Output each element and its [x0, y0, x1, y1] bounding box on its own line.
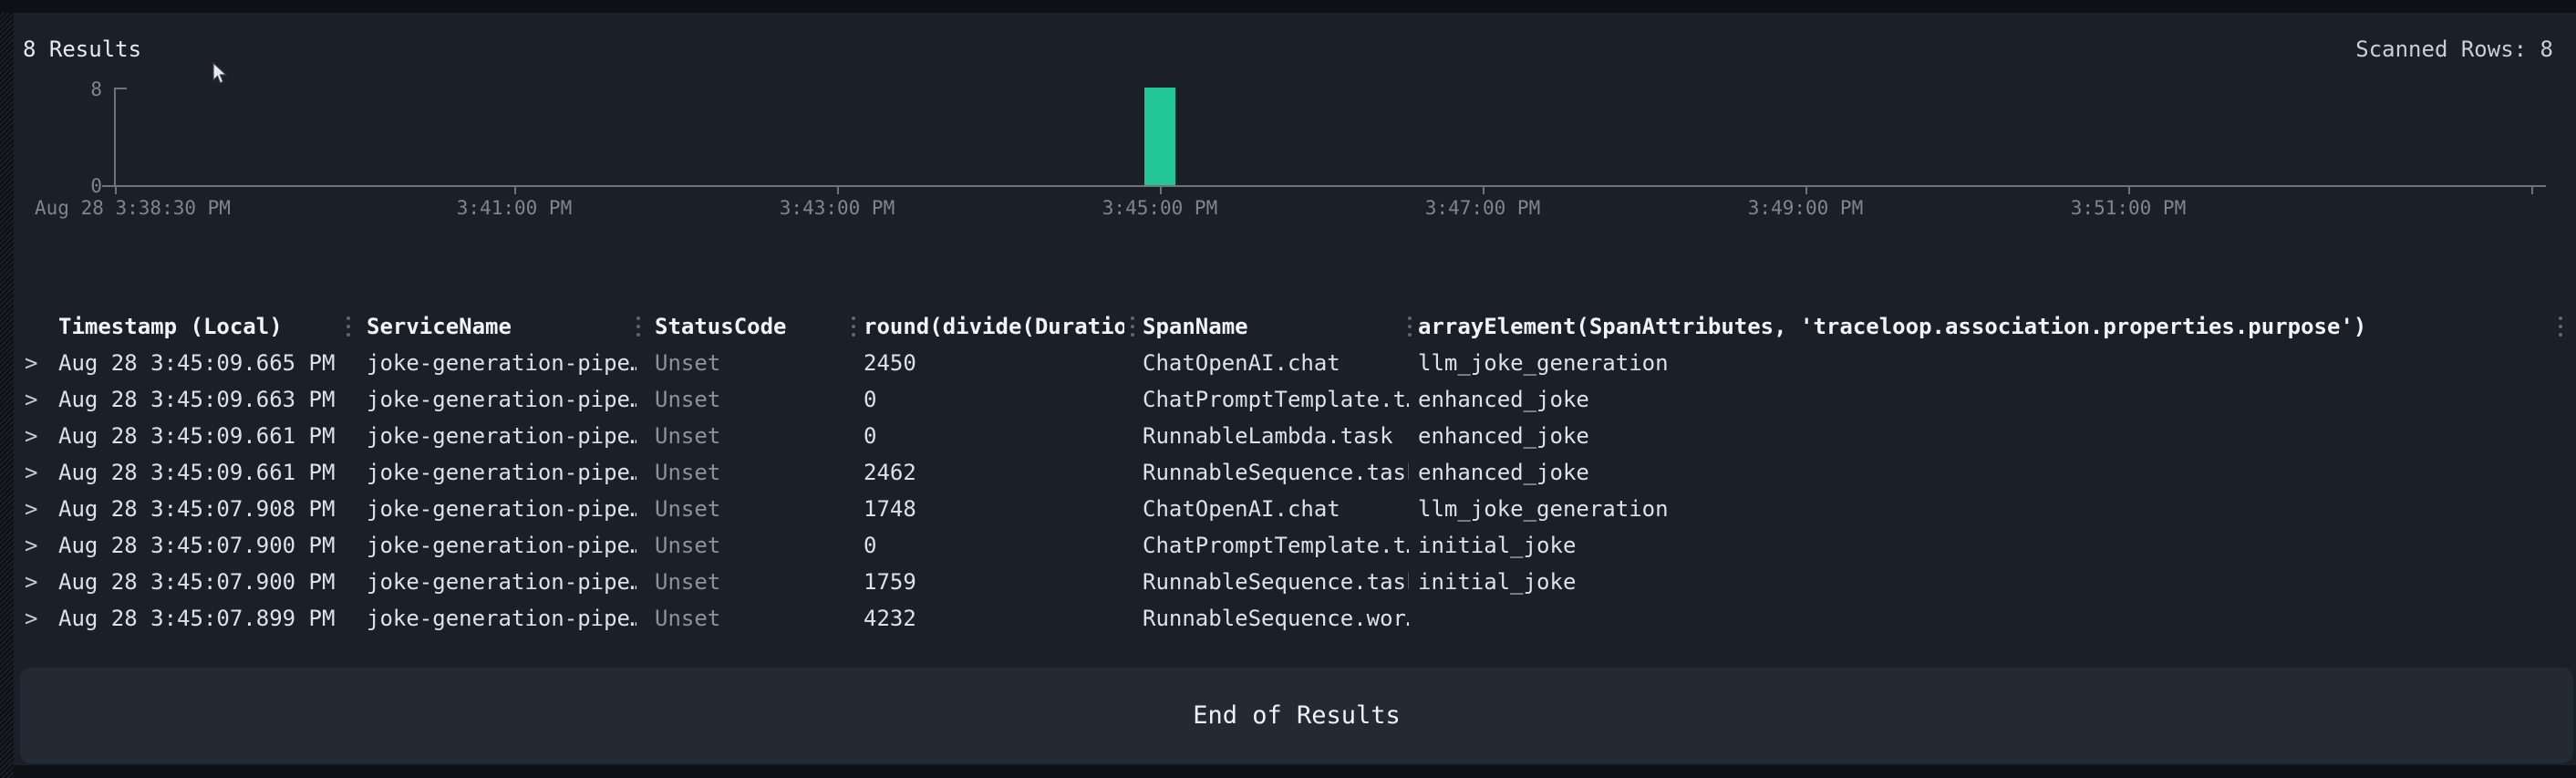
- cell-duration: 1759: [864, 564, 1124, 600]
- cell-purpose: initial_joke: [1418, 564, 2558, 600]
- cell-service-name: joke-generation-pipe…: [367, 600, 636, 637]
- cell-purpose: initial_joke: [1418, 527, 2558, 564]
- cell-duration: 0: [864, 527, 1124, 564]
- x-axis-tick-label: 3:49:00 PM: [1748, 197, 1863, 219]
- cell-span-name: ChatPromptTemplate.t…: [1143, 381, 1409, 418]
- cell-span-name: ChatOpenAI.chat: [1143, 491, 1409, 527]
- cell-duration: 4232: [864, 600, 1124, 637]
- column-header-1[interactable]: Timestamp (Local): [58, 313, 347, 340]
- left-resize-gutter[interactable]: [0, 13, 14, 778]
- cell-timestamp: Aug 28 3:45:09.661 PM: [58, 454, 347, 491]
- cell-span-name: RunnableSequence.task: [1143, 454, 1409, 491]
- results-count-label: 8 Results: [23, 36, 141, 62]
- cell-status-code: Unset: [655, 381, 851, 418]
- cell-service-name: joke-generation-pipe…: [367, 564, 636, 600]
- y-axis-line: [114, 88, 116, 187]
- cell-status-code: Unset: [655, 600, 851, 637]
- cell-status-code: Unset: [655, 418, 851, 454]
- row-expand-chevron-icon[interactable]: >: [25, 527, 47, 564]
- cell-service-name: joke-generation-pipe…: [367, 454, 636, 491]
- row-expand-chevron-icon[interactable]: >: [25, 491, 47, 527]
- top-strip: [0, 0, 2576, 13]
- cell-status-code: Unset: [655, 527, 851, 564]
- x-axis-tick: [2128, 186, 2130, 194]
- cell-duration: 2450: [864, 345, 1124, 381]
- cell-service-name: joke-generation-pipe…: [367, 527, 636, 564]
- x-axis-tick-label: 3:51:00 PM: [2071, 197, 2186, 219]
- x-axis-tick-label: Aug 28 3:38:30 PM: [35, 197, 231, 219]
- row-expand-chevron-icon[interactable]: >: [25, 345, 47, 381]
- column-resize-handle[interactable]: [636, 315, 640, 338]
- x-axis-tick-label: 3:47:00 PM: [1425, 197, 1540, 219]
- x-axis-tick: [514, 186, 516, 194]
- query-results-view: 8 Results Scanned Rows: 8 8 0 Aug 28 3:3…: [0, 0, 2576, 778]
- histogram-bar[interactable]: [1144, 88, 1175, 185]
- cell-purpose: [1418, 600, 2558, 637]
- row-expand-chevron-icon[interactable]: >: [25, 381, 47, 418]
- x-axis-line: [114, 185, 2546, 187]
- x-axis-tick: [2531, 186, 2533, 194]
- column-header-4[interactable]: round(divide(Duration,: [864, 313, 1124, 340]
- cell-timestamp: Aug 28 3:45:09.665 PM: [58, 345, 347, 381]
- row-expand-chevron-icon[interactable]: >: [25, 564, 47, 600]
- cell-service-name: joke-generation-pipe…: [367, 345, 636, 381]
- y-axis-top-tick: [114, 88, 127, 89]
- cell-timestamp: Aug 28 3:45:09.661 PM: [58, 418, 347, 454]
- column-resize-handle[interactable]: [2559, 315, 2562, 338]
- cell-status-code: Unset: [655, 491, 851, 527]
- column-header-3[interactable]: StatusCode: [655, 313, 851, 340]
- cell-status-code: Unset: [655, 345, 851, 381]
- end-of-results-banner: End of Results: [20, 668, 2573, 763]
- column-resize-handle[interactable]: [347, 315, 350, 338]
- cell-timestamp: Aug 28 3:45:07.900 PM: [58, 564, 347, 600]
- cell-status-code: Unset: [655, 564, 851, 600]
- cell-span-name: RunnableSequence.task: [1143, 564, 1409, 600]
- x-axis-tick-label: 3:41:00 PM: [457, 197, 572, 219]
- column-header-5[interactable]: SpanName: [1143, 313, 1409, 340]
- cell-timestamp: Aug 28 3:45:09.663 PM: [58, 381, 347, 418]
- cell-purpose: llm_joke_generation: [1418, 491, 2558, 527]
- y-axis-min-label: 0: [66, 175, 102, 197]
- cell-purpose: enhanced_joke: [1418, 454, 2558, 491]
- row-expand-chevron-icon[interactable]: >: [25, 454, 47, 491]
- cell-purpose: enhanced_joke: [1418, 381, 2558, 418]
- cell-duration: 0: [864, 418, 1124, 454]
- cell-timestamp: Aug 28 3:45:07.900 PM: [58, 527, 347, 564]
- x-axis-tick: [1483, 186, 1485, 194]
- x-axis-tick: [1805, 186, 1807, 194]
- cell-span-name: ChatOpenAI.chat: [1143, 345, 1409, 381]
- cell-purpose: enhanced_joke: [1418, 418, 2558, 454]
- cell-service-name: joke-generation-pipe…: [367, 418, 636, 454]
- cell-span-name: RunnableLambda.task: [1143, 418, 1409, 454]
- cell-status-code: Unset: [655, 454, 851, 491]
- cell-span-name: ChatPromptTemplate.t…: [1143, 527, 1409, 564]
- mouse-cursor-icon: [212, 62, 228, 86]
- y-axis-zero-tick: [102, 185, 114, 187]
- column-resize-handle[interactable]: [1131, 315, 1134, 338]
- cell-duration: 2462: [864, 454, 1124, 491]
- cell-service-name: joke-generation-pipe…: [367, 491, 636, 527]
- cell-purpose: llm_joke_generation: [1418, 345, 2558, 381]
- scanned-rows-label: Scanned Rows: 8: [2355, 36, 2553, 62]
- y-axis-max-label: 8: [66, 78, 102, 100]
- cell-duration: 0: [864, 381, 1124, 418]
- column-resize-handle[interactable]: [852, 315, 855, 338]
- row-expand-chevron-icon[interactable]: >: [25, 600, 47, 637]
- cell-duration: 1748: [864, 491, 1124, 527]
- x-axis-tick: [837, 186, 839, 194]
- row-expand-chevron-icon[interactable]: >: [25, 418, 47, 454]
- cell-span-name: RunnableSequence.wor…: [1143, 600, 1409, 637]
- x-axis-tick-label: 3:45:00 PM: [1102, 197, 1217, 219]
- column-resize-handle[interactable]: [1408, 315, 1412, 338]
- column-header-2[interactable]: ServiceName: [367, 313, 636, 340]
- cell-service-name: joke-generation-pipe…: [367, 381, 636, 418]
- column-header-6[interactable]: arrayElement(SpanAttributes, 'traceloop.…: [1418, 313, 2558, 340]
- x-axis-tick-label: 3:43:00 PM: [780, 197, 895, 219]
- x-axis-tick: [115, 186, 117, 194]
- cell-timestamp: Aug 28 3:45:07.899 PM: [58, 600, 347, 637]
- cell-timestamp: Aug 28 3:45:07.908 PM: [58, 491, 347, 527]
- x-axis-tick: [1160, 186, 1162, 194]
- end-of-results-label: End of Results: [1193, 701, 1401, 730]
